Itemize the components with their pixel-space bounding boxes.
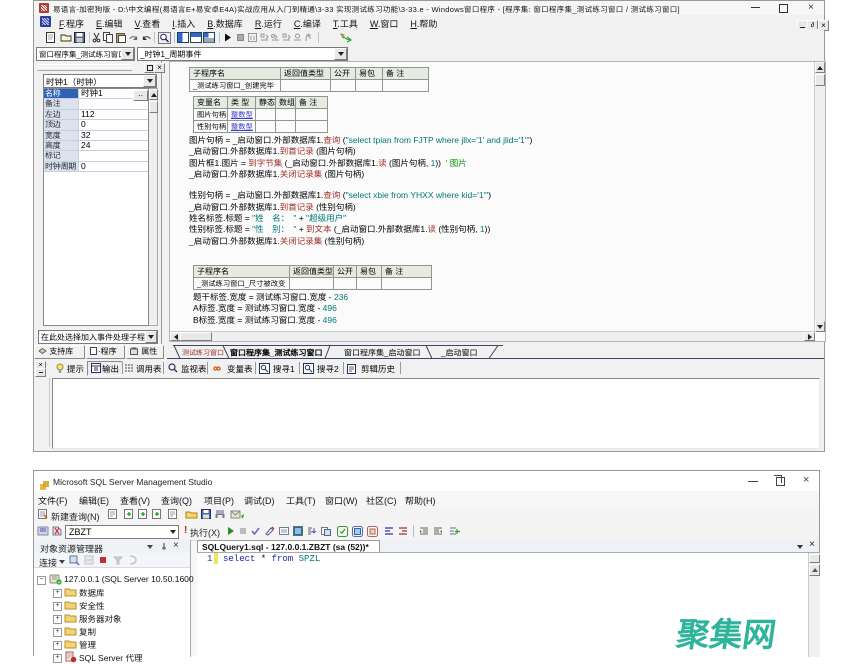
svg-text:_启动窗口: _启动窗口 [440, 349, 477, 358]
svg-text:测试练习窗口: 测试练习窗口 [182, 349, 224, 357]
svg-text:窗口程序集_启动窗口: 窗口程序集_启动窗口 [344, 349, 420, 358]
svg-text:窗口程序集_测试练习窗口: 窗口程序集_测试练习窗口 [230, 349, 322, 358]
